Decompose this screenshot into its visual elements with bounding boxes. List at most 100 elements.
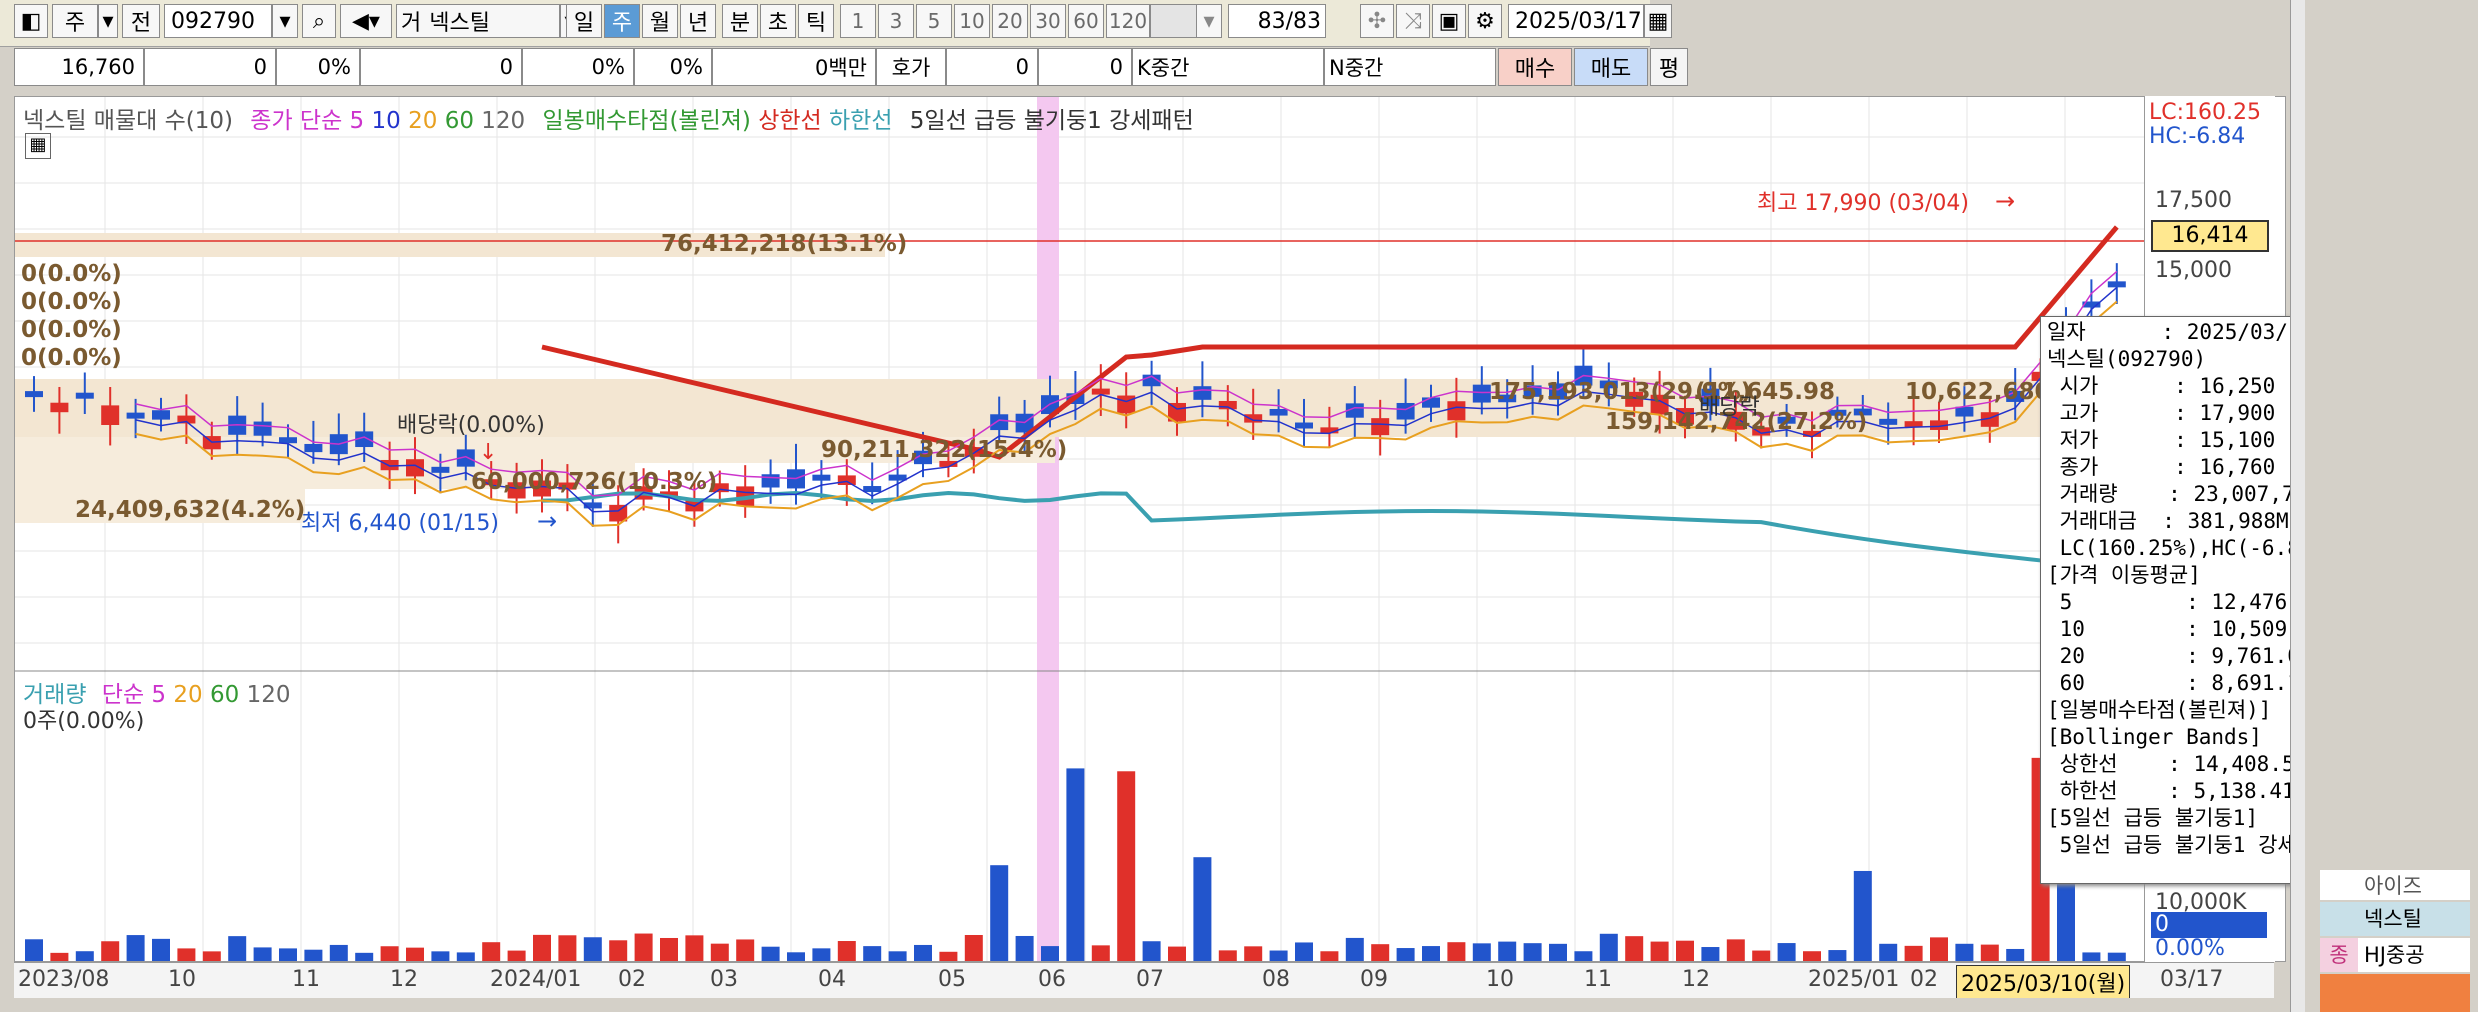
volume-bar [1218, 950, 1237, 961]
tab-month[interactable]: 월 [642, 4, 678, 38]
right-side-panel: 아이즈 넥스틸 종 HJ중공 [2290, 0, 2478, 1012]
period-prev-button[interactable]: 전 [122, 4, 160, 38]
search-icon[interactable]: ⌕ [302, 4, 336, 38]
volume-bar [1472, 943, 1491, 961]
crosshair-icon[interactable]: ✣ [1360, 4, 1394, 38]
amount-value: 0백만 [814, 56, 867, 80]
avg-label: 평 [1658, 57, 1680, 82]
high-label: 최고 17,990 (03/04) [1757, 191, 1970, 216]
volume-bar [710, 943, 729, 961]
volume-bar [761, 946, 780, 961]
volume-bar [1879, 943, 1898, 961]
volume-bar [914, 944, 932, 961]
vp-label-left1: 60,000,726(10.3%) [471, 469, 718, 495]
step-button-30[interactable]: 30 [1030, 4, 1066, 38]
step-button-5[interactable]: 5 [916, 4, 952, 38]
step-button-10[interactable]: 10 [954, 4, 990, 38]
chevron-down-icon[interactable]: ▾ [98, 4, 118, 38]
n-mid-label: N중간 [1329, 56, 1384, 80]
x-current-tag: 2025/03/10(월) [1956, 965, 2131, 999]
tab-day[interactable]: 일 [566, 4, 602, 38]
price-value: 16,760 [61, 55, 135, 79]
draw-tool-icon[interactable]: ⤨ [1396, 4, 1430, 38]
volume-bar [279, 948, 297, 961]
volume-bar [990, 865, 1009, 961]
legend-pattern: 5일선 급등 불기둥1 강세패턴 [909, 108, 1194, 134]
calendar-icon[interactable]: ▦ [1644, 4, 1672, 38]
volume-bar [1269, 950, 1288, 961]
candle-body [863, 486, 882, 493]
volume-bar [1701, 947, 1720, 961]
legend-ma120: 120 [481, 108, 526, 134]
gear-icon[interactable]: ⚙ [1468, 4, 1502, 38]
tab-week[interactable]: 주 [604, 4, 640, 38]
chevron-down-icon[interactable]: ▾ [272, 4, 298, 38]
volume-bar [787, 952, 805, 961]
tab-year[interactable]: 년 [680, 4, 716, 38]
side-list-item-selected[interactable]: 넥스틸 [2320, 902, 2470, 936]
highlight-column [1037, 97, 1059, 961]
volume-bar [1320, 951, 1339, 961]
low-label: 최저 6,440 (01/15) [301, 511, 500, 536]
volume-bar [456, 952, 475, 961]
market-select[interactable]: 주 [52, 4, 98, 38]
volume-bar [939, 951, 958, 961]
step-button-3[interactable]: 3 [878, 4, 914, 38]
main-toolbar: ◧ 주 ▾ 전 092790 ▾ ⌕ ◀▾ 거 넥스틸 ▾ 일 주 월 년 분 … [0, 0, 1672, 47]
side-list-item[interactable]: HJ중공 [2358, 938, 2470, 972]
buy-button[interactable]: 매수 [1498, 48, 1572, 86]
bid-cell: 0 [1038, 48, 1132, 86]
candle-body [1396, 402, 1415, 420]
volume-bar [1498, 941, 1517, 961]
n-mid-cell: N중간 [1324, 48, 1496, 86]
volume-bar [736, 939, 755, 961]
volume-bar [888, 951, 907, 961]
volume-bar [1777, 943, 1796, 961]
volume-bar [2006, 948, 2025, 961]
bottom-strip [0, 998, 2290, 1012]
volume-pct-value: 0% [591, 55, 625, 79]
avg-button[interactable]: 평 [1650, 48, 1688, 86]
ask-label: 호가 [891, 56, 931, 80]
save-icon[interactable]: ▣ [1432, 4, 1466, 38]
date-input[interactable]: 2025/03/17 [1508, 4, 1644, 38]
candle-body [431, 466, 450, 473]
tab-tick[interactable]: 틱 [798, 4, 834, 38]
volume-bar [228, 936, 247, 961]
volume-value: 0 [499, 55, 513, 79]
volume-bar [1599, 933, 1618, 961]
tab-month-label: 월 [649, 11, 671, 36]
scrollbar[interactable] [2290, 0, 2305, 1012]
vol-legend-ma20: 20 [173, 682, 203, 708]
speaker-icon[interactable]: ◀▾ [340, 4, 392, 38]
amount-cell: 0백만 [712, 48, 876, 86]
vp-zero-label: 0(0.0%) [21, 261, 122, 287]
step-button-120[interactable]: 120 [1106, 4, 1150, 38]
price-tick: 17,500 [2155, 188, 2232, 213]
step-button-60[interactable]: 60 [1068, 4, 1104, 38]
tab-second[interactable]: 초 [760, 4, 796, 38]
stock-name-field[interactable]: 거 넥스틸 [396, 4, 560, 38]
volume-bar [1091, 945, 1110, 961]
legend-bb: 일봉매수타점(볼린져) [542, 108, 751, 134]
vol-legend-ma60: 60 [209, 682, 240, 708]
sell-button[interactable]: 매도 [1574, 48, 1648, 86]
volume-bar [2082, 952, 2101, 961]
side-list-item[interactable]: 아이즈 [2320, 870, 2470, 900]
x-tick: 02 [1910, 967, 1938, 992]
x-tick: 06 [1038, 967, 1066, 992]
step-button-1[interactable]: 1 [840, 4, 876, 38]
buy-label: 매수 [1514, 57, 1556, 82]
count-display[interactable]: 83/83 [1228, 4, 1326, 38]
layout-icon[interactable]: ◧ [14, 4, 48, 38]
volume-bar [1625, 936, 1644, 961]
price-chart-panel[interactable]: → → ↓ 넥스틸 매물대 수(10) 종가 단순 5 10 20 60 120 일… [14, 96, 2286, 962]
stock-code-input[interactable]: 092790 [164, 4, 272, 38]
count-value: 83 [1257, 8, 1286, 34]
volume-bar [406, 947, 424, 961]
step-button-20[interactable]: 20 [992, 4, 1028, 38]
tab-minute[interactable]: 분 [722, 4, 758, 38]
volume-bar [837, 941, 856, 961]
table-icon[interactable]: ▦ [25, 133, 51, 159]
chevron-down-icon[interactable]: ▾ [1196, 4, 1222, 38]
